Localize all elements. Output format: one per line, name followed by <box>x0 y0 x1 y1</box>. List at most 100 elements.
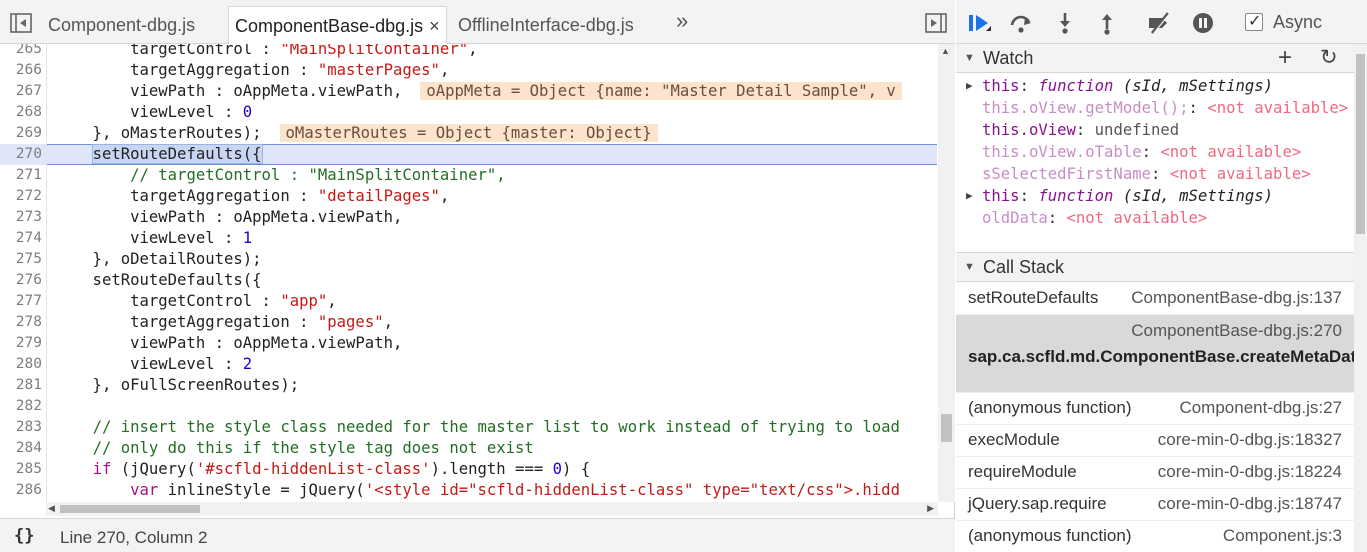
watch-expression-row[interactable]: this.oView.getModel();: <not available> <box>956 97 1354 119</box>
expand-triangle-icon[interactable]: ▶ <box>966 75 973 97</box>
line-number-gutter[interactable]: 265 266 267 268 269 270 271 272 273 274 275 276 277 2… <box>0 44 46 502</box>
line-number[interactable]: 285 <box>0 459 46 480</box>
more-tabs-icon[interactable]: » <box>676 8 688 34</box>
line-number[interactable]: 275 <box>0 249 46 270</box>
line-number[interactable]: 281 <box>0 375 46 396</box>
scrollbar-thumb[interactable] <box>60 505 200 513</box>
line-number[interactable]: 273 <box>0 207 46 228</box>
call-frame[interactable]: (anonymous function) Component-dbg.js:27 <box>956 393 1354 425</box>
line-number[interactable]: 265 <box>0 44 46 60</box>
call-frame-location[interactable]: Component.js:3 <box>1223 526 1342 546</box>
call-frame-location[interactable]: Component-dbg.js:27 <box>1179 398 1342 418</box>
toggle-navigator-icon[interactable] <box>8 10 34 36</box>
code-line[interactable]: viewLevel : 1 <box>47 228 937 249</box>
code-line[interactable]: if (jQuery('#scfld-hiddenList-class').le… <box>47 459 937 480</box>
expand-triangle-icon[interactable]: ▶ <box>966 185 973 207</box>
code-line[interactable]: var inlineStyle = jQuery('<style id="scf… <box>47 480 937 501</box>
code-line[interactable]: viewPath : oAppMeta.viewPath, <box>47 207 937 228</box>
code-line[interactable]: // targetControl : "MainSplitContainer", <box>47 165 937 186</box>
collapse-triangle-icon[interactable]: ▼ <box>964 52 975 64</box>
code-line[interactable]: targetAggregation : "pages", <box>47 312 937 333</box>
code-line[interactable]: viewLevel : 2 <box>47 354 937 375</box>
deactivate-breakpoints-icon[interactable] <box>1146 10 1172 36</box>
call-frame[interactable]: execModule core-min-0-dbg.js:18327 <box>956 425 1354 457</box>
line-number[interactable]: 277 <box>0 291 46 312</box>
watch-expression-row[interactable]: sSelectedFirstName: <not available> <box>956 163 1354 185</box>
code-line[interactable]: targetAggregation : "masterPages", <box>47 60 937 81</box>
call-frame-location[interactable]: core-min-0-dbg.js:18747 <box>1158 494 1342 514</box>
code-line[interactable]: viewPath : oAppMeta.viewPath, <box>47 333 937 354</box>
call-frame-location[interactable]: core-min-0-dbg.js:18224 <box>1158 462 1342 482</box>
scroll-right-icon[interactable]: ▶ <box>927 503 934 514</box>
code-lines[interactable]: targetControl : "MainSplitContainer", ta… <box>46 44 937 502</box>
pause-on-exceptions-icon[interactable] <box>1190 10 1216 36</box>
add-watch-expression-icon[interactable]: + <box>1278 44 1292 72</box>
call-frame[interactable]: setRouteDefaults ComponentBase-dbg.js:137 <box>956 283 1354 315</box>
step-out-icon[interactable] <box>1094 10 1120 36</box>
line-number[interactable]: 283 <box>0 417 46 438</box>
resume-icon[interactable] <box>966 10 992 36</box>
line-number[interactable]: 278 <box>0 312 46 333</box>
scroll-left-icon[interactable]: ◀ <box>48 503 55 514</box>
sidebar-scrollbar[interactable] <box>1354 44 1367 552</box>
line-number[interactable]: 267 <box>0 81 46 102</box>
call-frame-location[interactable]: core-min-0-dbg.js:18327 <box>1158 430 1342 450</box>
code-line[interactable]: // only do this if the style tag does no… <box>47 438 937 459</box>
code-line[interactable]: setRouteDefaults({ <box>47 270 937 291</box>
line-number[interactable]: 286 <box>0 480 46 501</box>
line-number[interactable]: 271 <box>0 165 46 186</box>
code-line[interactable]: }, oFullScreenRoutes); <box>47 375 937 396</box>
code-line[interactable]: targetControl : "MainSplitContainer", <box>47 44 937 60</box>
watch-expression-row[interactable]: ▶ this: function (sId, mSettings) <box>956 75 1354 97</box>
call-frame-selected[interactable]: sap.ca.scfld.md.ComponentBase.createMeta… <box>956 315 1366 393</box>
watch-expression-row[interactable]: this.oView: undefined <box>956 119 1354 141</box>
code-line[interactable]: }, oDetailRoutes); <box>47 249 937 270</box>
async-checkbox[interactable]: ✓ <box>1245 13 1263 31</box>
step-over-icon[interactable] <box>1008 10 1034 36</box>
line-number[interactable]: 266 <box>0 60 46 81</box>
call-frame[interactable]: jQuery.sap.require core-min-0-dbg.js:1874… <box>956 489 1354 521</box>
tab-component-dbg[interactable]: Component-dbg.js <box>42 6 201 44</box>
call-frame[interactable]: requireModule core-min-0-dbg.js:18224 <box>956 457 1354 489</box>
scrollbar-thumb[interactable] <box>1356 54 1365 234</box>
pretty-print-button[interactable]: {} <box>14 526 34 546</box>
callstack-section-header[interactable]: ▼ Call Stack <box>956 252 1354 282</box>
call-frame-location[interactable]: ComponentBase-dbg.js:137 <box>1131 288 1342 308</box>
scrollbar-thumb[interactable] <box>941 414 952 442</box>
code-line[interactable]: viewPath : oAppMeta.viewPath, oAppMeta = … <box>47 81 937 102</box>
code-line[interactable]: targetControl : "app", <box>47 291 937 312</box>
call-frame-location[interactable]: ComponentBase-dbg.js:270 <box>1131 321 1342 341</box>
close-tab-icon[interactable]: × <box>429 16 440 36</box>
line-number[interactable]: 268 <box>0 102 46 123</box>
line-number[interactable]: 282 <box>0 396 46 417</box>
watch-expression-row[interactable]: oldData: <not available> <box>956 207 1354 229</box>
line-number[interactable]: 272 <box>0 186 46 207</box>
line-number[interactable]: 279 <box>0 333 46 354</box>
line-number[interactable]: 269 <box>0 123 46 144</box>
editor-horizontal-scrollbar[interactable]: ◀ ▶ <box>46 502 938 516</box>
code-line[interactable]: // insert the style class needed for the… <box>47 417 937 438</box>
line-number[interactable]: 284 <box>0 438 46 459</box>
line-number[interactable]: 280 <box>0 354 46 375</box>
code-area[interactable]: 265 266 267 268 269 270 271 272 273 274 275 276 277 2… <box>0 44 955 502</box>
collapse-triangle-icon[interactable]: ▼ <box>964 261 975 273</box>
watch-expression-row[interactable]: this.oView.oTable: <not available> <box>956 141 1354 163</box>
refresh-watch-icon[interactable]: ↻ <box>1320 45 1338 70</box>
watch-expression-row[interactable]: ▶ this: function (sId, mSettings) <box>956 185 1354 207</box>
code-line[interactable]: viewLevel : 0 <box>47 102 937 123</box>
current-line-number[interactable]: 270 <box>0 144 46 165</box>
toggle-debugger-sidebar-icon[interactable] <box>923 10 949 36</box>
code-line[interactable] <box>47 396 937 417</box>
code-line[interactable]: targetAggregation : "detailPages", <box>47 186 937 207</box>
paused-code-line[interactable]: setRouteDefaults({ <box>47 144 937 165</box>
tab-componentbase-dbg[interactable]: ComponentBase-dbg.js × <box>228 6 447 44</box>
line-number[interactable]: 287 <box>0 501 46 502</box>
line-number[interactable]: 274 <box>0 228 46 249</box>
call-frame[interactable]: (anonymous function) Component.js:3 <box>956 521 1354 552</box>
code-line[interactable]: }, oMasterRoutes); oMasterRoutes = Object… <box>47 123 937 144</box>
scroll-up-icon[interactable]: ▲ <box>941 46 950 56</box>
watch-section-header[interactable]: ▼ Watch + ↻ <box>956 43 1354 73</box>
line-number[interactable]: 276 <box>0 270 46 291</box>
step-into-icon[interactable] <box>1052 10 1078 36</box>
editor-vertical-scrollbar[interactable]: ▲ <box>938 44 955 502</box>
